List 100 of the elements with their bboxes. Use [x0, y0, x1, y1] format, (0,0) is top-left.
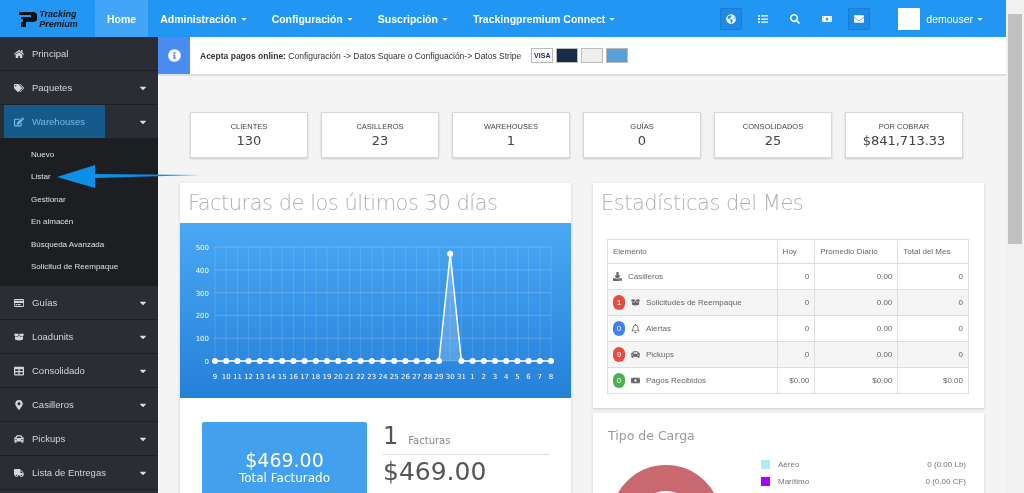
edit-icon: [14, 116, 24, 127]
data-point: [245, 358, 252, 364]
data-point: [256, 358, 263, 364]
data-point: [312, 358, 319, 364]
car-icon: [631, 350, 640, 359]
data-point: [525, 358, 532, 364]
box-icon: [631, 298, 640, 307]
card-logo-icon: [606, 48, 629, 63]
row-label: Pickups: [646, 350, 674, 359]
count-badge: 1: [613, 295, 625, 310]
data-point: [424, 358, 431, 364]
submenu-item[interactable]: Gestionar: [0, 188, 158, 211]
data-point: [301, 358, 308, 364]
data-point: [368, 358, 375, 364]
car-icon: [14, 433, 24, 444]
sidebar-item[interactable]: Paquetes: [4, 71, 138, 104]
data-point: [391, 358, 398, 364]
table-cell: $0.00: [814, 367, 898, 394]
column-header: Total del Mes: [897, 239, 969, 264]
alert-text: Acepta pagos online: Configuración -> Datos Square o Configuación-> Datos Stripe: [200, 50, 522, 61]
panel-title: Estadísticas del Mes: [600, 190, 805, 217]
banknote-icon: [631, 376, 640, 385]
data-point: [335, 358, 342, 364]
legend-label: Aéreo: [778, 460, 800, 469]
data-point: [290, 358, 297, 364]
data-point: [514, 358, 521, 364]
data-point: [234, 358, 241, 364]
info-icon: [167, 49, 181, 62]
envelope-icon: [854, 13, 865, 24]
card-logo-icon: [556, 48, 579, 63]
total-amount: $469.00: [245, 449, 324, 471]
data-point: [346, 358, 353, 364]
submenu-item[interactable]: Listar: [0, 165, 158, 188]
search-icon: [790, 13, 801, 24]
stat-value: $841,713.33: [862, 133, 946, 148]
table-icon: [14, 365, 24, 376]
table-cell: 0: [897, 341, 969, 368]
data-point: [357, 358, 364, 364]
legend-label: Marítimo: [778, 477, 810, 486]
row-label: Pagos Recibidos: [646, 376, 707, 385]
sidebar-item[interactable]: Consolidado: [4, 354, 138, 387]
row-label: Solicitudes de Reempaque: [646, 298, 742, 307]
data-point: [212, 358, 218, 364]
truck-icon: [14, 467, 24, 478]
data-point: [436, 358, 442, 364]
sidebar-item[interactable]: Loadunits: [4, 320, 138, 353]
globe-button[interactable]: [720, 7, 743, 30]
logo-text: Tracking: [39, 8, 77, 19]
submenu-item[interactable]: En almacén: [0, 210, 158, 233]
stat-value: 0: [637, 133, 647, 148]
submenu-item[interactable]: Búsqueda Avanzada: [0, 233, 158, 256]
column-header: Hoy: [777, 239, 815, 264]
invoice-sum: $469.00: [383, 456, 488, 486]
box-icon: [14, 331, 24, 342]
tags-icon: [14, 82, 24, 93]
data-point: [447, 250, 454, 257]
logo[interactable]: Tracking Premium: [0, 0, 95, 37]
envelope-button[interactable]: [848, 7, 871, 30]
map-pin-icon: [14, 399, 24, 410]
count-badge: 0: [613, 373, 625, 388]
data-point: [413, 358, 420, 364]
data-point: [536, 358, 543, 364]
panel-title: Facturas de los últimos 30 días: [187, 190, 499, 217]
download-icon: [613, 272, 622, 281]
data-point: [458, 358, 465, 364]
data-point: [279, 358, 286, 364]
sidebar-item[interactable]: Pickups: [4, 422, 138, 455]
logo-text: Premium: [39, 18, 78, 29]
count-badge: 0: [613, 321, 625, 336]
data-point: [503, 358, 510, 364]
submenu-item[interactable]: Solicitud de Reempaque: [0, 255, 158, 278]
sidebar-item[interactable]: Casilleros: [4, 388, 138, 421]
data-point: [480, 358, 487, 364]
bell-icon: [631, 324, 640, 333]
banknote-icon: [822, 13, 833, 24]
stat-value: 1: [506, 133, 516, 148]
data-point: [380, 358, 386, 364]
sidebar-item[interactable]: Warehouses: [4, 105, 105, 138]
sidebar-item[interactable]: Principal: [4, 37, 154, 70]
table-cell: 0.00: [814, 341, 898, 368]
data-point: [324, 358, 330, 364]
home-icon: [14, 48, 24, 59]
table-cell: 0: [897, 263, 969, 290]
data-point: [492, 358, 498, 364]
scrollbar-thumb[interactable]: [1008, 14, 1022, 244]
table-cell: 0.00: [814, 263, 898, 290]
row-label: Alertas: [646, 324, 671, 333]
total-label: Total Facturado: [238, 471, 331, 485]
table-cell: 0.00: [814, 289, 898, 316]
stat-value: 130: [236, 133, 262, 148]
sidebar-item[interactable]: Lista de Entregas: [4, 456, 138, 489]
column-header: Promedio Diario: [814, 239, 898, 264]
sidebar-item[interactable]: Guías: [4, 286, 138, 319]
stat-value: 23: [371, 133, 389, 148]
card-icon: [14, 297, 24, 308]
submenu-item[interactable]: Nuevo: [0, 143, 158, 166]
list-icon: [758, 13, 769, 24]
table-cell: 0: [897, 289, 969, 316]
avatar: [898, 7, 921, 30]
row-label: Casilleros: [628, 272, 664, 281]
